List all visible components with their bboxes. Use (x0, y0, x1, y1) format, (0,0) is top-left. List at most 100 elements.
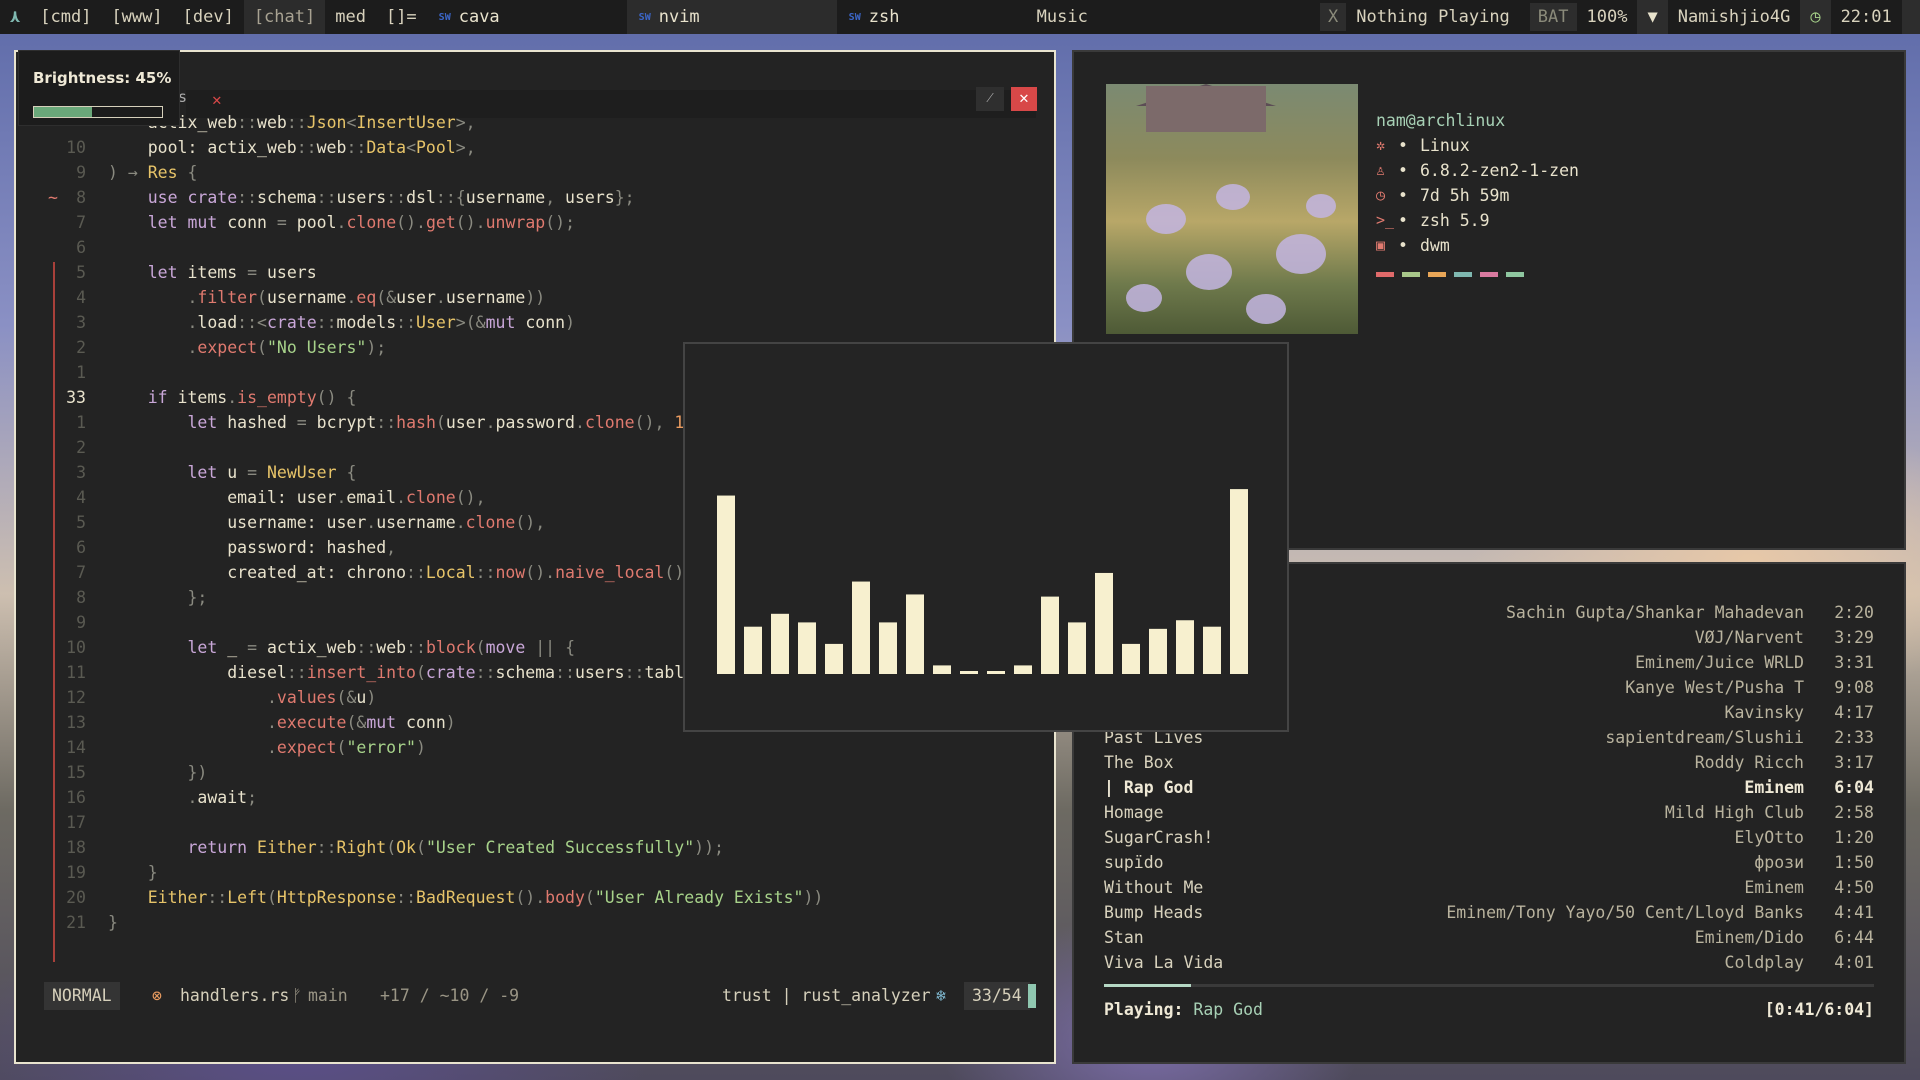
window-title-nvim[interactable]: SW nvim (626, 0, 837, 34)
flower (1126, 284, 1162, 312)
track-artist: Coldplay (1724, 953, 1804, 972)
wand-icon[interactable]: ⁄ (976, 87, 1004, 111)
spectrum-bar (906, 594, 924, 674)
track-row[interactable]: The Box Roddy Ricch 3:17 (1104, 750, 1874, 775)
track-title: Without Me (1104, 878, 1204, 897)
close-icon[interactable]: ✕ (1011, 87, 1037, 111)
tag-cmd[interactable]: [cmd] (30, 0, 101, 34)
line-number: 8 (76, 588, 86, 607)
playback-progress[interactable] (1104, 984, 1874, 987)
line-number: 10 (66, 138, 86, 157)
track-row[interactable]: Without Me Eminem 4:50 (1104, 875, 1874, 900)
line-number: 6 (76, 238, 86, 257)
track-row[interactable]: Viva La Vida Coldplay 4:01 (1104, 950, 1874, 975)
spectrum-bar (1068, 622, 1086, 674)
bullet: • (1398, 136, 1408, 155)
spectrum-bar (1230, 489, 1248, 674)
code-text: let hashed = bcrypt::hash(user.password.… (187, 413, 773, 432)
brightness-fill (34, 107, 92, 117)
code-text: .values(&u) (266, 688, 377, 707)
tag-med[interactable]: med (325, 0, 376, 34)
spectrum-bar (744, 626, 762, 674)
palette-swatch (1454, 272, 1472, 277)
code-text: use crate::schema::users::dsl::{username… (147, 188, 635, 207)
window-title-cava[interactable]: SW cava (427, 0, 627, 34)
line-number: 2 (76, 438, 86, 457)
code-text: .expect("error") (266, 738, 426, 757)
git-branch: main (308, 986, 348, 1005)
track-row[interactable]: supïdo фрози 1:50 (1104, 850, 1874, 875)
line-number: 5 (76, 513, 86, 532)
track-title: Viva La Vida (1104, 953, 1224, 972)
window-title-zsh[interactable]: SW zsh (837, 0, 1037, 34)
track-row[interactable]: Stan Eminem/Dido 6:44 (1104, 925, 1874, 950)
spectrum-bar (825, 643, 843, 674)
playing-label: Playing: (1104, 1000, 1184, 1019)
track-title: | Rap God (1104, 778, 1194, 797)
info-value: 7d 5h 59m (1420, 186, 1510, 205)
track-duration: 2:20 (1834, 603, 1874, 622)
info-value: zsh 5.9 (1420, 211, 1490, 230)
line-number: 9 (76, 613, 86, 632)
line-number: 19 (66, 863, 86, 882)
code-text: .load::<crate::models::User>(&mut conn) (187, 313, 575, 332)
lsp-icon: ❄ (936, 986, 946, 1005)
arch-logo-icon[interactable]: ⋏ (0, 0, 30, 34)
track-row[interactable]: SugarCrash! ElyOtto 1:20 (1104, 825, 1874, 850)
spectrum-bar (1014, 665, 1032, 674)
track-row[interactable]: | Rap God Eminem 6:04 (1104, 775, 1874, 800)
house-art (1146, 86, 1266, 132)
code-text: let _ = actix_web::web::block(move || { (187, 638, 575, 657)
layout-indicator[interactable]: []= (376, 0, 427, 34)
clock-time: 22:01 (1840, 7, 1892, 27)
tag-chat[interactable]: [chat] (243, 0, 326, 34)
line-number: 4 (76, 288, 86, 307)
wifi-name[interactable]: Namishjio4G (1668, 0, 1801, 34)
code-text: }; (187, 588, 208, 607)
line-number: 4 (76, 488, 86, 507)
spectrum-bar (798, 622, 816, 674)
line-number: 16 (66, 788, 86, 807)
palette-swatch (1402, 272, 1420, 277)
cava-visualizer[interactable] (683, 342, 1289, 732)
sw-badge: SW (848, 11, 861, 23)
tag-www[interactable]: [www] (101, 0, 172, 34)
info-row: >_ • zsh 5.9 (1376, 208, 1579, 233)
track-row[interactable]: Homage Mild High Club 2:58 (1104, 800, 1874, 825)
tag-dev[interactable]: [dev] (173, 0, 244, 34)
track-title: The Box (1104, 753, 1174, 772)
track-duration: 6:44 (1834, 928, 1874, 947)
code-text: username: user.username.clone(), (108, 513, 546, 532)
track-duration: 2:33 (1834, 728, 1874, 747)
line-number: 3 (76, 463, 86, 482)
track-artist: Kanye West/Pusha T (1625, 678, 1804, 697)
bullet: • (1398, 236, 1408, 255)
window-icon: ▣ (1376, 236, 1386, 254)
line-number: 20 (66, 888, 86, 907)
bullet: • (1398, 186, 1408, 205)
tab-close-icon[interactable]: ✕ (212, 90, 222, 109)
info-row: ◷ • 7d 5h 59m (1376, 183, 1579, 208)
track-duration: 1:50 (1834, 853, 1874, 872)
track-duration: 2:58 (1834, 803, 1874, 822)
flower (1306, 194, 1336, 218)
playing-title: Rap God (1193, 1000, 1263, 1019)
code-text: pool: actix_web::web::Data<Pool>, (108, 138, 476, 157)
file-icon: ⊗ (152, 986, 162, 1005)
code-text: .expect("No Users"); (187, 338, 387, 357)
palette-swatch (1480, 272, 1498, 277)
code-text: .filter(username.eq(&user.username)) (187, 288, 546, 307)
track-duration: 6:04 (1834, 778, 1874, 797)
track-duration: 3:17 (1834, 753, 1874, 772)
line-number: 15 (66, 763, 86, 782)
code-text: } (147, 863, 158, 882)
track-artist: Kavinsky (1724, 703, 1804, 722)
spectrum-bar (1149, 628, 1167, 674)
media-button[interactable]: X (1310, 0, 1356, 34)
flower (1276, 234, 1326, 274)
track-title: Bump Heads (1104, 903, 1204, 922)
line-number: 11 (66, 663, 86, 682)
tray-edge (1901, 0, 1920, 34)
track-row[interactable]: Bump Heads Eminem/Tony Yayo/50 Cent/Lloyd… (1104, 900, 1874, 925)
line-number: 13 (66, 713, 86, 732)
